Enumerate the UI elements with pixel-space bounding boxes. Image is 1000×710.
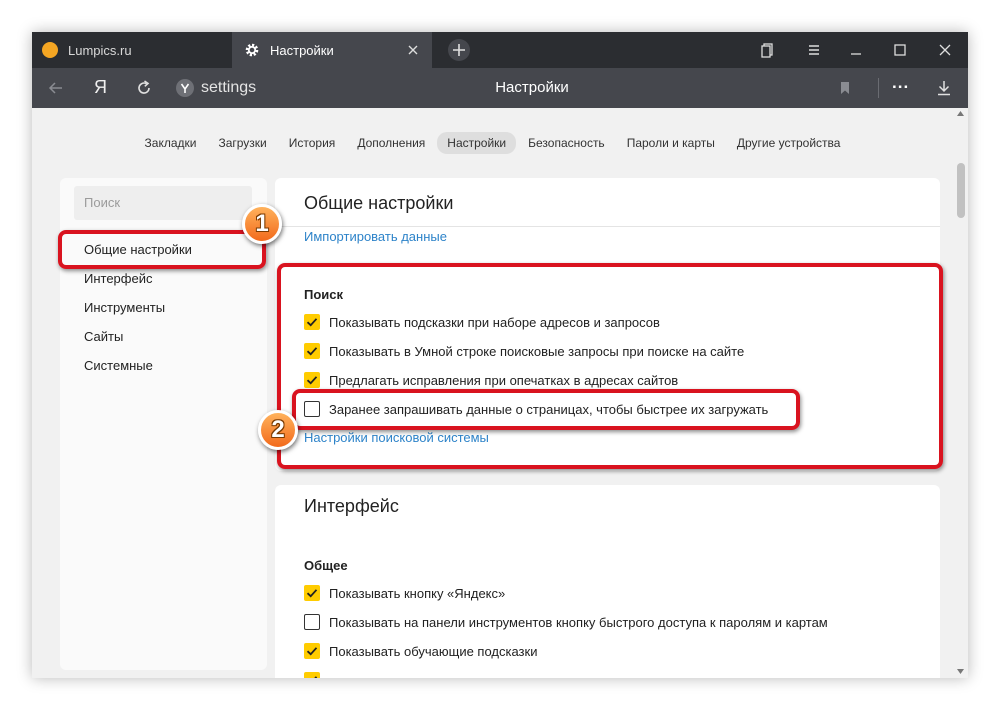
option-cut-off[interactable] [304, 670, 329, 678]
nav-security[interactable]: Безопасность [518, 132, 615, 154]
reload-icon[interactable] [134, 78, 154, 98]
nav-passwords-cards[interactable]: Пароли и карты [617, 132, 725, 154]
tab-label: Lumpics.ru [68, 42, 132, 58]
address-bar: Я settings Настройки ... [32, 68, 968, 108]
interface-card: Интерфейс Общее Показывать кнопку «Яндек… [275, 485, 940, 678]
nav-downloads[interactable]: Загрузки [208, 132, 276, 154]
toolbar-divider [878, 78, 879, 98]
sidebar-item-tools[interactable]: Инструменты [84, 300, 165, 315]
option-label: Показывать обучающие подсказки [329, 643, 538, 659]
tab-settings[interactable]: Настройки [232, 32, 432, 68]
interface-title: Интерфейс [304, 496, 399, 516]
gear-icon [245, 43, 259, 57]
lumpics-favicon-icon [42, 42, 58, 58]
nav-history[interactable]: История [279, 132, 346, 154]
checkbox-checked-icon[interactable] [304, 672, 320, 678]
checkbox-checked-icon[interactable] [304, 643, 320, 659]
close-window-icon[interactable] [935, 40, 955, 60]
nav-bookmarks[interactable]: Закладки [135, 132, 207, 154]
option-tutorial-hints[interactable]: Показывать обучающие подсказки [304, 641, 537, 661]
page-title: Настройки [495, 79, 569, 96]
tabs-manager-icon[interactable] [758, 40, 778, 60]
option-label: Показывать на панели инструментов кнопку… [329, 614, 828, 630]
address-text[interactable]: settings [201, 79, 256, 97]
minimize-icon[interactable] [846, 40, 866, 60]
scrollbar-thumb[interactable] [957, 163, 965, 218]
step-badge-2: 2 [258, 410, 298, 450]
checkbox-unchecked-icon[interactable] [304, 614, 320, 630]
settings-search-input[interactable]: Поиск [74, 186, 252, 220]
nav-other-devices[interactable]: Другие устройства [727, 132, 851, 154]
general-settings-title: Общие настройки [304, 193, 454, 213]
scrollbar[interactable] [953, 108, 968, 678]
divider [275, 226, 940, 227]
menu-icon[interactable] [804, 40, 824, 60]
tab-lumpics[interactable]: Lumpics.ru [32, 32, 232, 68]
new-tab-plus-icon[interactable] [448, 39, 470, 61]
highlight-prefetch-option [292, 389, 800, 430]
settings-nav: Закладки Загрузки История Дополнения Нас… [32, 108, 953, 178]
browser-window: Lumpics.ru Настройки Я settings Настройк… [32, 32, 968, 678]
bookmark-icon[interactable] [835, 78, 855, 98]
maximize-icon[interactable] [890, 40, 910, 60]
scroll-down-arrow-icon[interactable] [956, 668, 965, 675]
checkbox-checked-icon[interactable] [304, 585, 320, 601]
import-data-link[interactable]: Импортировать данные [304, 229, 447, 244]
nav-extensions[interactable]: Дополнения [347, 132, 435, 154]
close-tab-icon[interactable] [404, 41, 422, 59]
sidebar-item-interface[interactable]: Интерфейс [84, 271, 152, 286]
scroll-up-arrow-icon[interactable] [956, 110, 965, 117]
back-arrow-icon[interactable] [46, 78, 66, 98]
nav-settings[interactable]: Настройки [437, 132, 517, 154]
sidebar-item-sites[interactable]: Сайты [84, 329, 123, 344]
option-show-yandex-button[interactable]: Показывать кнопку «Яндекс» [304, 583, 505, 603]
yandex-browser-icon [176, 79, 194, 97]
option-label: Показывать кнопку «Яндекс» [329, 585, 506, 601]
tab-label: Настройки [270, 42, 334, 58]
step-badge-1: 1 [242, 204, 282, 244]
option-passwords-quick-access[interactable]: Показывать на панели инструментов кнопку… [304, 612, 828, 632]
yandex-button[interactable]: Я [94, 77, 107, 98]
highlight-general-settings [58, 230, 266, 269]
tab-strip: Lumpics.ru Настройки [32, 32, 968, 68]
highlight-search-section [277, 263, 943, 469]
more-button[interactable]: ... [892, 73, 909, 93]
common-section-title: Общее [304, 558, 348, 573]
download-icon[interactable] [934, 78, 954, 98]
sidebar-item-system[interactable]: Системные [84, 358, 153, 373]
